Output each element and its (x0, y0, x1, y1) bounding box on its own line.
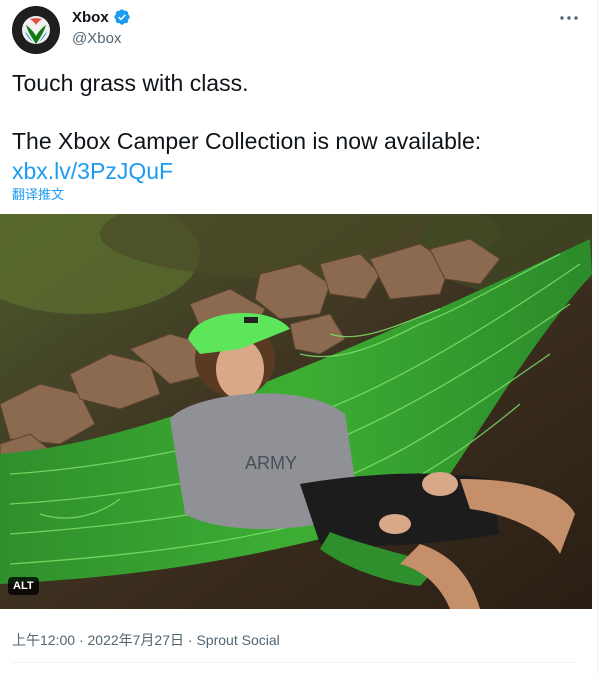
meta-separator: · (78, 632, 84, 648)
tweet-text-line-2: The Xbox Camper Collection is now availa… (12, 128, 482, 154)
tweet-metadata: 上午12:00 · 2022年7月27日 · Sprout Social (12, 630, 280, 650)
tweet-text: Touch grass with class. The Xbox Camper … (12, 68, 577, 186)
avatar[interactable] (12, 6, 60, 54)
verified-badge-icon (114, 9, 130, 25)
author-name-row[interactable]: Xbox (72, 8, 131, 26)
meta-separator: · (187, 632, 193, 648)
tweet-media-image[interactable]: ARMY ALT (0, 214, 592, 609)
tweet-card: Xbox @Xbox Touch grass with class. The X… (0, 0, 598, 675)
divider (12, 662, 577, 663)
tweet-text-line-1: Touch grass with class. (12, 70, 249, 96)
translate-tweet-link[interactable]: 翻译推文 (12, 184, 64, 203)
tweet-time[interactable]: 上午12:00 (12, 632, 75, 648)
tweet-date[interactable]: 2022年7月27日 (88, 632, 185, 648)
tweet-source[interactable]: Sprout Social (196, 632, 279, 648)
alt-text-badge[interactable]: ALT (8, 577, 39, 595)
svg-text:ARMY: ARMY (245, 453, 297, 473)
tweet-link[interactable]: xbx.lv/3PzJQuF (12, 156, 577, 186)
more-options-icon[interactable] (559, 8, 579, 33)
photo-hammock: ARMY (0, 214, 592, 609)
xbox-logo-icon (12, 6, 60, 54)
author-handle[interactable]: @Xbox (72, 30, 121, 47)
author-display-name[interactable]: Xbox (72, 9, 109, 26)
